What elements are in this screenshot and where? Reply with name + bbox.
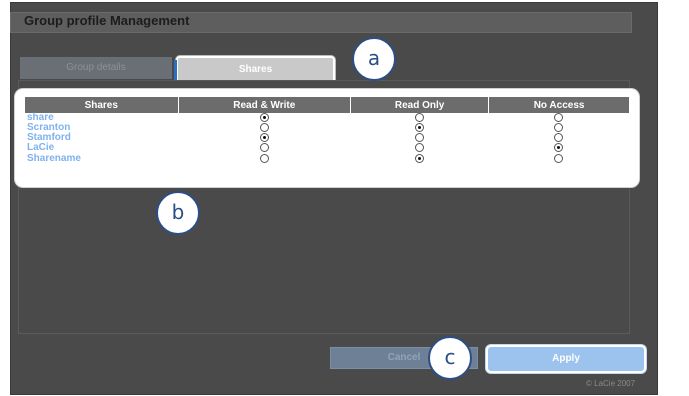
- permission-cell: [178, 143, 351, 153]
- table-row: Scranton: [25, 123, 629, 133]
- table-row: Sharename: [25, 152, 629, 164]
- permission-radio[interactable]: [554, 113, 564, 122]
- permission-cell: [351, 133, 489, 143]
- permission-cell: [351, 143, 489, 153]
- permission-radio[interactable]: [259, 133, 269, 143]
- tab-shares-label: Shares: [238, 64, 273, 75]
- permission-radio[interactable]: [259, 153, 269, 163]
- column-header-shares: Shares: [25, 97, 179, 113]
- permission-cell: [489, 123, 629, 133]
- page-title: Group profile Management: [24, 13, 190, 28]
- shares-table-body: share Scranton Stamford LaCie Sharename: [25, 112, 629, 164]
- table-row: Stamford: [25, 133, 629, 143]
- permission-radio[interactable]: [259, 113, 269, 122]
- permission-cell: [178, 113, 351, 123]
- permission-cell: [351, 153, 489, 164]
- permission-radio[interactable]: [415, 153, 425, 163]
- permission-radio[interactable]: [554, 153, 564, 163]
- permission-radio[interactable]: [554, 133, 564, 143]
- tab-group-details[interactable]: Group details: [20, 57, 172, 79]
- column-header-read-only: Read Only: [350, 97, 490, 113]
- permission-radio[interactable]: [415, 143, 425, 153]
- apply-button[interactable]: Apply: [486, 345, 646, 373]
- permission-cell: [489, 113, 629, 123]
- callout-c: c: [428, 336, 472, 380]
- table-row: share: [25, 112, 629, 123]
- copyright-text: © LaCie 2007: [586, 379, 636, 388]
- permission-cell: [489, 143, 629, 153]
- share-name: Sharename: [27, 152, 81, 164]
- active-tab-indicator: [174, 60, 177, 80]
- permission-radio[interactable]: [554, 123, 564, 133]
- permission-radio[interactable]: [415, 123, 425, 133]
- column-header-no-access: No Access: [488, 97, 629, 113]
- permission-cell: [489, 153, 629, 164]
- column-header-read-write: Read & Write: [178, 97, 352, 113]
- shares-table-container: Shares Read & Write Read Only No Access …: [15, 89, 639, 187]
- permission-radio[interactable]: [259, 123, 269, 133]
- permission-radio[interactable]: [415, 113, 425, 122]
- permission-cell: [351, 123, 489, 133]
- permission-radio[interactable]: [415, 133, 425, 143]
- shares-table: Shares Read & Write Read Only No Access …: [25, 97, 629, 164]
- permission-cell: [351, 113, 489, 123]
- permission-cell: [489, 133, 629, 143]
- permission-cell: [178, 153, 351, 164]
- callout-a: a: [352, 37, 396, 81]
- permission-radio[interactable]: [259, 143, 269, 153]
- permission-cell: [178, 123, 351, 133]
- permission-cell: [178, 133, 351, 143]
- callout-b: b: [156, 191, 200, 235]
- table-row: LaCie: [25, 143, 629, 153]
- permission-radio[interactable]: [554, 143, 564, 153]
